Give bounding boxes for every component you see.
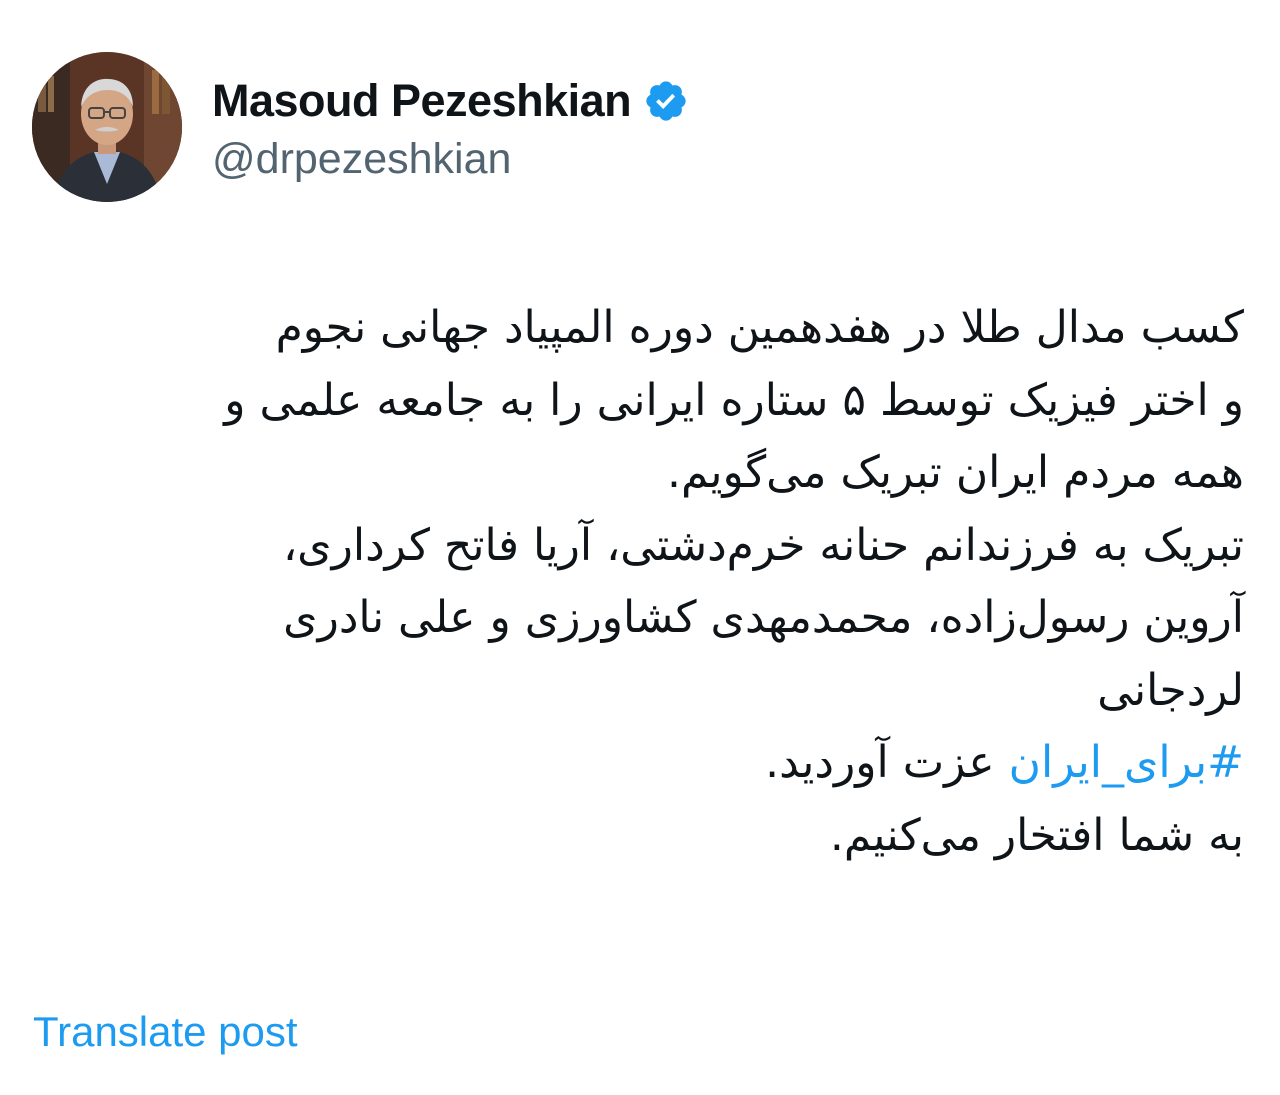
post-header: Masoud Pezeshkian @drpezeshkian: [32, 52, 689, 202]
display-name-row: Masoud Pezeshkian: [212, 71, 689, 131]
closing-line: به شما افتخار می‌کنیم.: [829, 809, 1244, 861]
hashtag-link[interactable]: #برای_ایران: [1009, 737, 1244, 788]
author-handle[interactable]: @drpezeshkian: [212, 135, 689, 184]
profile-photo-icon: [32, 52, 182, 202]
hashtag-line-text: عزت آوردید.: [765, 737, 1009, 788]
translate-post-link[interactable]: Translate post: [33, 1008, 298, 1056]
post-body: کسب مدال طلا در هفدهمین دوره المپیاد جها…: [44, 292, 1244, 872]
avatar[interactable]: [32, 52, 182, 202]
post-body-line: لردجانی: [1097, 664, 1244, 716]
post-body-line: کسب مدال طلا در هفدهمین دوره المپیاد جها…: [275, 302, 1244, 353]
verified-badge-icon[interactable]: [643, 78, 689, 124]
post-body-line: و اختر فیزیک توسط ۵ ستاره ایرانی را به ج…: [224, 374, 1244, 426]
hashtag-line: #برای_ایران عزت آوردید.: [44, 727, 1244, 800]
post-body-line: تبریک به فرزندانم حنانه خرم‌دشتی، آریا ف…: [282, 519, 1244, 571]
post-body-line: همه مردم ایران تبریک می‌گویم.: [666, 447, 1244, 498]
post-body-line: آروین رسول‌زاده، محمدمهدی کشاورزی و علی …: [283, 592, 1244, 643]
author-names: Masoud Pezeshkian @drpezeshkian: [212, 71, 689, 184]
display-name[interactable]: Masoud Pezeshkian: [212, 75, 632, 127]
